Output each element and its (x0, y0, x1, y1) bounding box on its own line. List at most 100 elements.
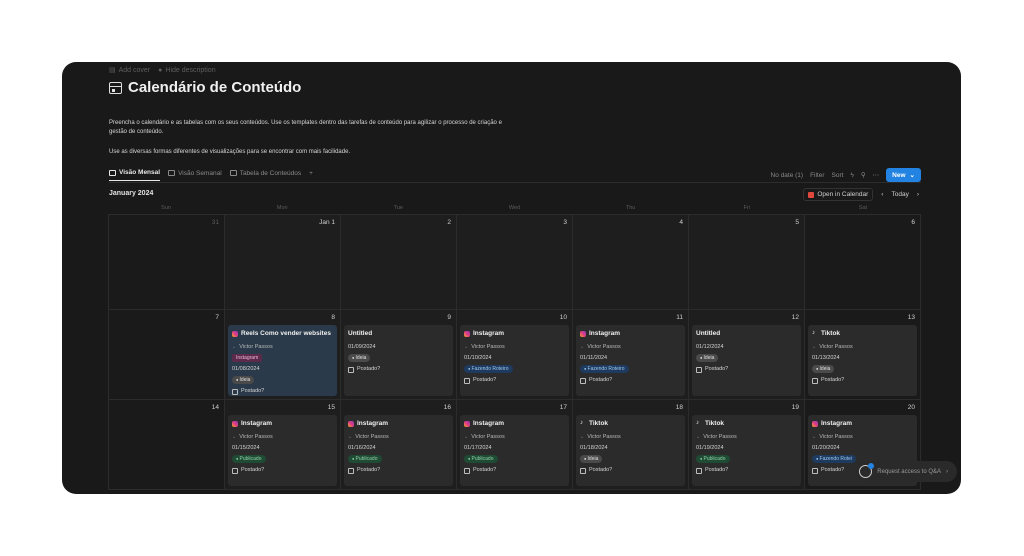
card-title: Untitled (348, 330, 373, 337)
tab-tabela-de-conteudos[interactable]: Tabela de Conteúdos (229, 170, 301, 181)
postado-checkbox[interactable] (232, 467, 238, 474)
instagram-icon (464, 330, 470, 337)
postado-checkbox[interactable] (696, 366, 702, 373)
postado-checkbox[interactable] (464, 467, 470, 474)
content-card[interactable]: Instagram Victor Passos 01/17/2024 Publicad… (460, 415, 569, 486)
postado-checkbox[interactable] (812, 467, 818, 474)
content-card[interactable]: ♪Tiktok Victor Passos 01/13/2024 Ideia Posta… (808, 325, 917, 396)
day-number: 8 (331, 314, 335, 321)
content-card[interactable]: Instagram Victor Passos 01/16/2024 Publicad… (344, 415, 453, 486)
card-title: Instagram (812, 418, 913, 429)
calendar-day-cell[interactable]: 15 Instagram Victor Passos 01/15/2024 Public… (225, 400, 341, 490)
calendar-day-cell[interactable]: 13 ♪Tiktok Victor Passos 01/13/2024 Ideia Pos… (805, 310, 921, 400)
sort-button[interactable]: Sort (832, 172, 844, 179)
today-button[interactable]: Today (891, 191, 908, 198)
status-badge: Ideia (232, 376, 255, 384)
prev-month-button[interactable]: ‹ (881, 191, 883, 198)
calendar-day-cell[interactable]: 2 (341, 215, 457, 310)
add-cover-button[interactable]: ▤ Add cover (109, 66, 150, 75)
calendar-day-cell[interactable]: 11 Instagram Victor Passos 01/11/2024 Fazend… (573, 310, 689, 400)
calendar-day-cell[interactable]: 8 Reels Como vender websites Victor Passos… (225, 310, 341, 400)
calendar-day-cell[interactable]: 18 ♪Tiktok Victor Passos 01/18/2024 Ideia Pos… (573, 400, 689, 490)
content-card[interactable]: Instagram Victor Passos 01/10/2024 Fazendo … (460, 325, 569, 396)
card-date: 01/19/2024 (696, 445, 724, 451)
content-card[interactable]: Untitled 01/12/2024 Ideia Postado? (692, 325, 801, 396)
day-number: 19 (791, 404, 799, 411)
open-in-calendar-button[interactable]: Open in Calendar (803, 188, 874, 201)
postado-checkbox[interactable] (348, 467, 354, 474)
card-platform-row: Instagram (232, 353, 333, 364)
day-number: 3 (563, 219, 567, 226)
calendar-day-cell[interactable]: Jan 1 (225, 215, 341, 310)
calendar-day-cell[interactable]: 19 ♪Tiktok Victor Passos 01/19/2024 Publicad… (689, 400, 805, 490)
instagram-icon (232, 420, 238, 427)
postado-checkbox[interactable] (580, 467, 586, 474)
page-title: Calendário de Conteúdo (109, 79, 301, 96)
calendar-day-cell[interactable]: 6 (805, 215, 921, 310)
card-checkbox-row: Postado? (696, 465, 797, 476)
postado-checkbox[interactable] (232, 388, 238, 395)
calendar-day-cell[interactable]: 4 (573, 215, 689, 310)
add-view-button[interactable]: + (309, 170, 313, 181)
status-badge: Publicado (232, 455, 266, 463)
new-button[interactable]: New ⌄ (886, 168, 921, 182)
calendar-day-cell[interactable]: 14 (109, 400, 225, 490)
card-checkbox-row: Postado? (348, 364, 449, 375)
table-icon (229, 170, 237, 176)
app-window: ▤ Add cover ● Hide description Calendário … (62, 62, 961, 494)
instagram-icon (812, 420, 818, 427)
more-icon[interactable]: ⋯ (873, 171, 880, 179)
postado-checkbox[interactable] (812, 377, 818, 384)
chevron-right-icon: › (946, 468, 948, 475)
postado-checkbox[interactable] (464, 377, 470, 384)
postado-checkbox[interactable] (348, 366, 354, 373)
automation-icon[interactable]: ϟ (850, 172, 853, 179)
tab-visao-mensal[interactable]: Visão Mensal (109, 169, 161, 181)
calendar-day-cell[interactable]: 5 (689, 215, 805, 310)
card-person: Victor Passos (580, 342, 681, 353)
content-card[interactable]: Instagram Victor Passos 01/11/2024 Fazendo … (576, 325, 685, 396)
calendar-nav: Open in Calendar ‹ Today › (803, 188, 919, 201)
card-status-row: Fazendo Roteiro (580, 364, 681, 375)
calendar-day-cell[interactable]: 12 Untitled 01/12/2024 Ideia Postado? (689, 310, 805, 400)
weekday-label: Tue (393, 205, 403, 211)
next-month-button[interactable]: › (917, 191, 919, 198)
tab-visao-semanal[interactable]: Visão Semanal (168, 170, 222, 181)
no-date-button[interactable]: No date (1) (771, 172, 804, 179)
calendar-day-cell[interactable]: 3 (457, 215, 573, 310)
calendar-day-cell[interactable]: 16 Instagram Victor Passos 01/16/2024 Public… (341, 400, 457, 490)
card-date: 01/12/2024 (696, 344, 724, 350)
request-qa-button[interactable]: Request access to Q&A › (855, 461, 957, 482)
card-status-row: Ideia (232, 375, 333, 386)
content-card[interactable]: Reels Como vender websitesVictor PassosI… (228, 325, 337, 396)
content-card[interactable]: ♪Tiktok Victor Passos 01/18/2024 Ideia Posta… (576, 415, 685, 486)
database-toolbar: No date (1) Filter Sort ϟ ⚲ ⋯ New ⌄ (771, 168, 921, 182)
content-card[interactable]: Instagram Victor Passos 01/15/2024 Publicad… (228, 415, 337, 486)
filter-button[interactable]: Filter (810, 172, 824, 179)
calendar-day-cell[interactable]: 9 Untitled 01/09/2024 Ideia Postado? (341, 310, 457, 400)
card-status-row: Ideia (696, 353, 797, 364)
calendar-day-cell[interactable]: 10 Instagram Victor Passos 01/10/2024 Fazend… (457, 310, 573, 400)
hide-description-button[interactable]: ● Hide description (158, 66, 215, 74)
calendar-day-cell[interactable]: 31 (109, 215, 225, 310)
chevron-down-icon: ⌄ (909, 172, 915, 179)
card-date: 01/17/2024 (464, 445, 492, 451)
plus-icon: + (309, 169, 313, 177)
card-checkbox-row: Postado? (232, 465, 333, 476)
search-icon[interactable]: ⚲ (861, 171, 866, 179)
calendar-day-cell[interactable]: 7 (109, 310, 225, 400)
calendar-day-cell[interactable]: 17 Instagram Victor Passos 01/17/2024 Public… (457, 400, 573, 490)
day-number: 17 (559, 404, 567, 411)
weekday-label: Thu (625, 205, 636, 211)
card-checkbox-row: Postado? (812, 375, 913, 386)
content-card[interactable]: ♪Tiktok Victor Passos 01/19/2024 Publicado P… (692, 415, 801, 486)
status-badge: Publicado (348, 455, 382, 463)
postado-checkbox[interactable] (580, 377, 586, 384)
card-checkbox-row: Postado? (580, 375, 681, 386)
status-badge: Ideia (348, 354, 371, 362)
content-card[interactable]: Untitled 01/09/2024 Ideia Postado? (344, 325, 453, 396)
card-title: Instagram (464, 328, 565, 339)
tiktok-icon: ♪ (696, 420, 699, 426)
postado-checkbox[interactable] (696, 467, 702, 474)
page-description: Preencha o calendário e as tabelas com o… (109, 119, 509, 168)
